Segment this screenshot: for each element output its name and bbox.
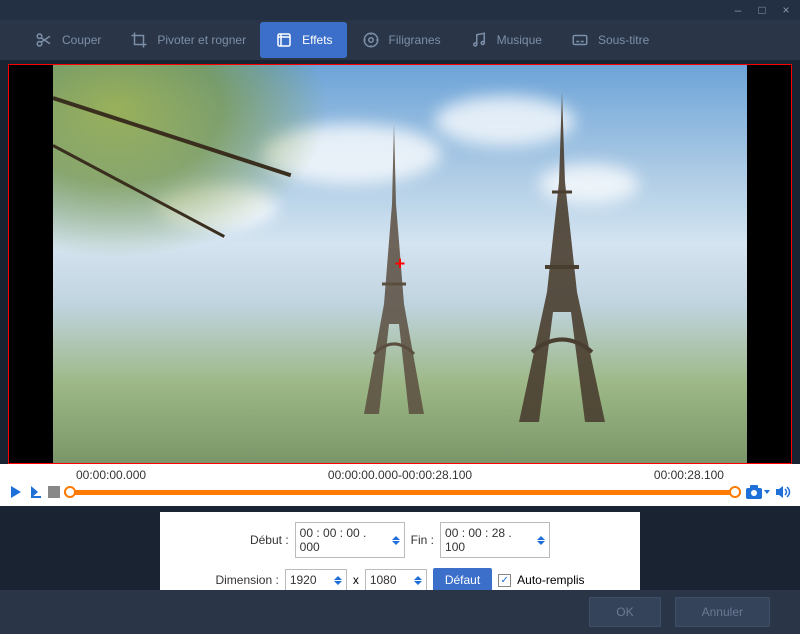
spin-down-icon[interactable] (334, 581, 342, 585)
spin-down-icon[interactable] (392, 541, 400, 545)
spin-down-icon[interactable] (537, 541, 545, 545)
tab-label: Sous-titre (598, 33, 649, 47)
tab-subtitle[interactable]: Sous-titre (556, 22, 663, 58)
maximize-button[interactable]: □ (750, 1, 774, 19)
effects-icon (274, 30, 294, 50)
x-separator: x (353, 573, 359, 587)
minimize-button[interactable]: – (726, 1, 750, 19)
tab-music[interactable]: Musique (455, 22, 556, 58)
cancel-button[interactable]: Annuler (675, 597, 770, 627)
width-input[interactable]: 1920 (285, 569, 347, 591)
seek-thumb-start[interactable] (64, 486, 76, 498)
snapshot-button[interactable] (745, 484, 770, 500)
subtitle-icon (570, 30, 590, 50)
crop-icon (129, 30, 149, 50)
tab-watermark[interactable]: Filigranes (347, 22, 455, 58)
timeline-start-label: 00:00:00.000 (76, 468, 146, 482)
seek-thumb-end[interactable] (729, 486, 741, 498)
stop-button[interactable] (48, 486, 60, 498)
volume-button[interactable] (774, 484, 792, 500)
tab-cut[interactable]: Couper (20, 22, 115, 58)
tab-label: Effets (302, 33, 332, 47)
spin-up-icon[interactable] (392, 536, 400, 540)
tab-rotate-crop[interactable]: Pivoter et rogner (115, 22, 260, 58)
spin-up-icon[interactable] (414, 576, 422, 580)
seek-slider[interactable] (64, 485, 741, 499)
autofill-label: Auto-remplis (517, 573, 584, 587)
default-button[interactable]: Défaut (433, 568, 492, 592)
spin-up-icon[interactable] (537, 536, 545, 540)
footer-bar: OK Annuler (0, 590, 800, 634)
ok-button[interactable]: OK (589, 597, 660, 627)
scissors-icon (34, 30, 54, 50)
music-icon (469, 30, 489, 50)
tab-bar: Couper Pivoter et rogner Effets Filigran… (0, 20, 800, 60)
start-time-label: Début : (250, 533, 289, 547)
center-crosshair-icon: + (395, 254, 406, 275)
autofill-checkbox[interactable]: ✓ (498, 574, 511, 587)
play-button[interactable] (8, 484, 24, 500)
tab-effects[interactable]: Effets (260, 22, 346, 58)
tab-label: Filigranes (389, 33, 441, 47)
tab-label: Couper (62, 33, 101, 47)
spin-down-icon[interactable] (414, 581, 422, 585)
spin-up-icon[interactable] (334, 576, 342, 580)
dimension-label: Dimension : (215, 573, 278, 587)
close-window-button[interactable]: × (774, 1, 798, 19)
tab-label: Musique (497, 33, 542, 47)
height-input[interactable]: 1080 (365, 569, 427, 591)
start-time-input[interactable]: 00 : 00 : 00 . 000 (295, 522, 405, 558)
timeline: 00:00:00.000 00:00:00.000-00:00:28.100 0… (0, 464, 800, 506)
end-time-label: Fin : (411, 533, 434, 547)
watermark-icon (361, 30, 381, 50)
timeline-range-label: 00:00:00.000-00:00:28.100 (328, 468, 472, 482)
title-bar: – □ × (0, 0, 800, 20)
video-preview[interactable]: + (8, 64, 792, 464)
step-button[interactable] (28, 484, 44, 500)
timeline-end-label: 00:00:28.100 (654, 468, 724, 482)
end-time-input[interactable]: 00 : 00 : 28 . 100 (440, 522, 550, 558)
tab-label: Pivoter et rogner (157, 33, 246, 47)
